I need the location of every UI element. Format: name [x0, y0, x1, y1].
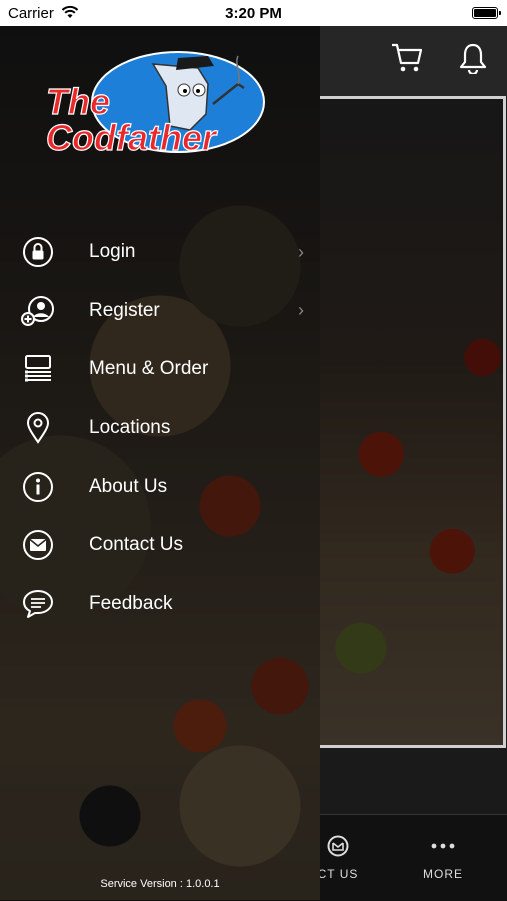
more-icon — [398, 835, 488, 857]
nav-more[interactable]: MORE — [398, 835, 488, 881]
side-drawer: The Codfather Login › Register › Menu & … — [0, 26, 320, 900]
chevron-right-icon: › — [298, 300, 304, 321]
menu-item-about-us[interactable]: About Us — [0, 457, 320, 516]
menu-label-contact-us: Contact Us — [89, 534, 183, 556]
nav-contact-label: CT US — [317, 867, 359, 881]
menu-item-locations[interactable]: Locations — [0, 399, 320, 458]
menu-item-feedback[interactable]: Feedback — [0, 575, 320, 634]
menu-item-menu-order[interactable]: Menu & Order — [0, 340, 320, 399]
nav-more-label: MORE — [423, 867, 463, 881]
location-pin-icon — [21, 411, 55, 445]
menu-item-register[interactable]: Register › — [0, 282, 320, 341]
service-version: Service Version : 1.0.0.1 — [100, 878, 220, 890]
menu-label-locations: Locations — [89, 417, 171, 439]
cart-icon[interactable] — [390, 42, 424, 79]
menu-list-icon — [21, 352, 55, 386]
hero-banner — [300, 96, 506, 748]
drawer-menu: Login › Register › Menu & Order Location… — [0, 223, 320, 633]
lock-icon — [21, 235, 55, 269]
codfather-logo: The Codfather — [38, 44, 274, 160]
menu-label-about-us: About Us — [89, 475, 168, 497]
envelope-icon — [21, 528, 55, 562]
menu-item-contact-us[interactable]: Contact Us — [0, 516, 320, 575]
logo-text-the: The — [46, 81, 110, 122]
menu-label-login: Login — [89, 241, 136, 263]
logo-text-codfather: Codfather — [46, 117, 218, 158]
status-time: 3:20 PM — [225, 5, 282, 22]
status-bar: Carrier 3:20 PM — [0, 0, 507, 26]
chat-bubble-icon — [21, 587, 55, 621]
chevron-right-icon: › — [298, 241, 304, 262]
menu-label-menu-order: Menu & Order — [89, 358, 209, 380]
menu-item-login[interactable]: Login › — [0, 223, 320, 282]
add-user-icon — [21, 294, 55, 328]
menu-label-feedback: Feedback — [89, 592, 173, 614]
menu-label-register: Register — [89, 299, 160, 321]
info-icon — [21, 470, 55, 504]
bell-icon[interactable] — [458, 42, 488, 79]
battery-icon — [472, 7, 501, 19]
